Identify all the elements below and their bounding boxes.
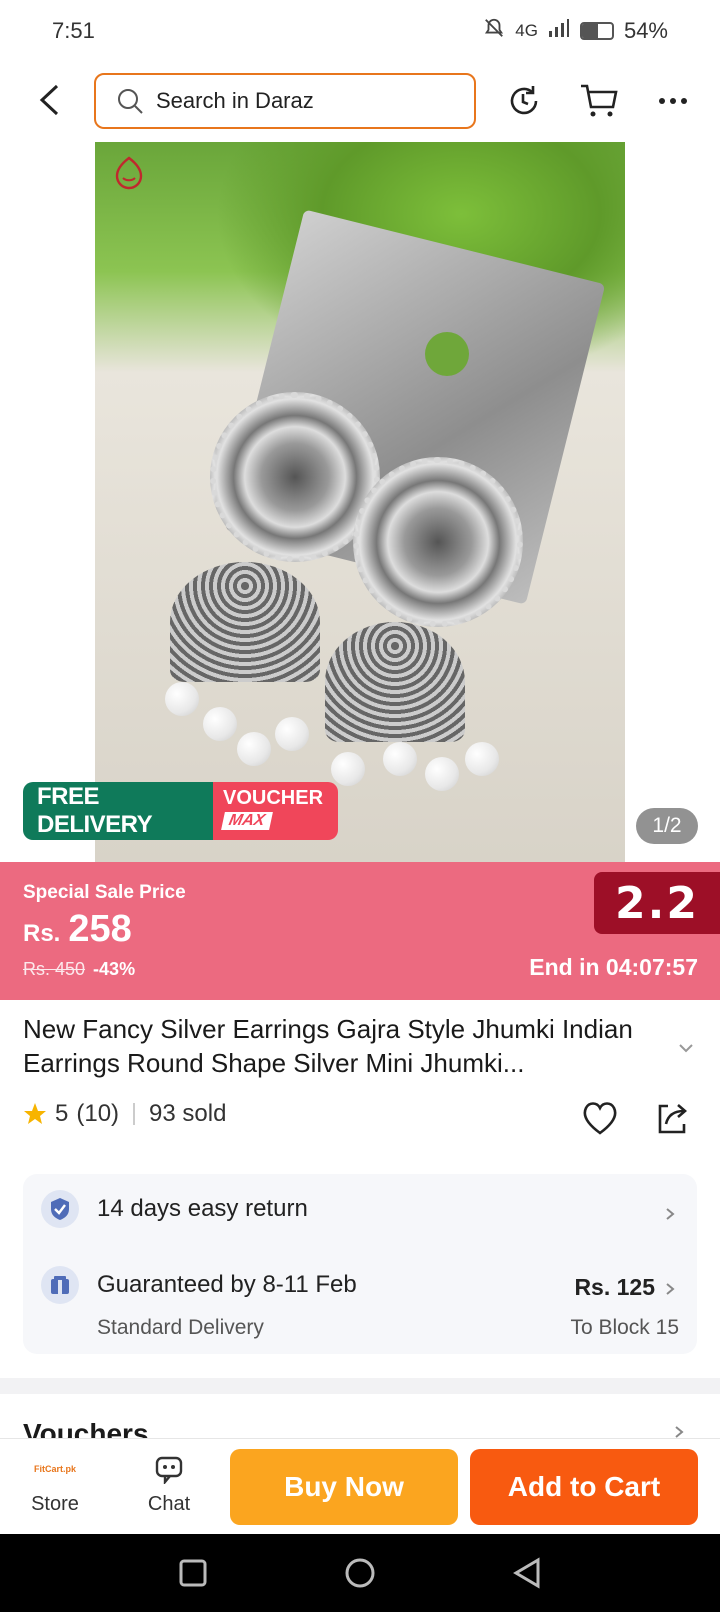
chevron-right-icon xyxy=(675,1426,684,1438)
return-policy-row[interactable]: 14 days easy return xyxy=(41,1190,679,1228)
product-title: New Fancy Silver Earrings Gajra Style Jh… xyxy=(23,1014,633,1078)
price-currency: Rs. xyxy=(23,920,61,947)
chat-button[interactable]: Chat xyxy=(124,1451,214,1516)
chat-label: Chat xyxy=(147,1493,191,1515)
search-icon xyxy=(118,89,143,114)
pearl xyxy=(383,742,417,776)
discount-percent: -43% xyxy=(93,959,136,979)
flash-sale-banner: Special Sale Price Rs. 258 Rs. 450 -43% … xyxy=(0,862,720,1000)
back-triangle-icon[interactable] xyxy=(512,1557,542,1589)
cart-icon xyxy=(581,84,618,117)
sale-price: Rs. 258 xyxy=(23,908,132,951)
back-arrow-icon xyxy=(39,84,59,116)
campaign-badge: 2.2 xyxy=(594,872,720,934)
jhumki-bell-right xyxy=(325,622,465,742)
top-navigation xyxy=(0,70,720,132)
voucher-max-badge: VOUCHER MAX xyxy=(213,782,338,840)
divider xyxy=(133,1103,136,1125)
back-button[interactable] xyxy=(30,80,70,120)
pearl xyxy=(465,742,499,776)
voucher-max-label: MAX xyxy=(221,812,273,830)
store-logo-icon: FitCart.pk xyxy=(33,1464,76,1474)
battery-percent: 54% xyxy=(623,18,668,43)
delivery-fee: Rs. 125 xyxy=(574,1274,655,1300)
buy-now-button[interactable]: Buy Now xyxy=(230,1449,458,1525)
original-price: Rs. 450 xyxy=(23,959,86,979)
pearl xyxy=(203,707,237,741)
store-button[interactable]: FitCart.pk Store xyxy=(10,1451,100,1516)
chevron-right-icon xyxy=(666,1208,675,1220)
pearl xyxy=(425,757,459,791)
add-to-cart-button[interactable]: Add to Cart xyxy=(470,1449,698,1525)
brand-logo xyxy=(107,154,151,198)
history-icon xyxy=(510,86,538,115)
chat-bot-icon xyxy=(124,1451,214,1487)
jhumki-bell-left xyxy=(170,562,320,682)
promo-badges: FREE DELIVERY VOUCHER MAX xyxy=(23,782,338,840)
home-icon[interactable] xyxy=(344,1557,376,1589)
share-icon[interactable] xyxy=(654,1100,690,1136)
history-button[interactable] xyxy=(503,80,545,122)
signal-icon xyxy=(548,18,570,44)
expand-title-chevron-icon[interactable] xyxy=(676,1038,696,1058)
section-divider xyxy=(0,1378,720,1394)
chevron-right-icon xyxy=(666,1283,675,1295)
wishlist-heart-icon[interactable] xyxy=(580,1098,620,1138)
shield-check-icon xyxy=(41,1190,79,1228)
star-icon xyxy=(24,1103,46,1124)
delivery-guarantee-label: Guaranteed by 8-11 Feb xyxy=(97,1271,357,1298)
search-box[interactable] xyxy=(94,73,476,129)
sale-countdown: End in 04:07:57 xyxy=(529,954,698,980)
price-amount: 258 xyxy=(68,908,132,950)
delivery-box-icon xyxy=(41,1266,79,1304)
free-delivery-badge: FREE DELIVERY xyxy=(23,782,213,840)
status-indicators: 4G 54% xyxy=(483,17,668,45)
earring-stud-right xyxy=(353,457,523,627)
pearl xyxy=(331,752,365,786)
card-hole xyxy=(425,332,469,376)
battery-icon xyxy=(579,22,614,40)
original-price-row: Rs. 450 -43% xyxy=(23,959,135,980)
product-image[interactable] xyxy=(95,142,625,862)
more-icon xyxy=(659,98,687,104)
store-label: Store xyxy=(31,1493,79,1515)
cart-button[interactable] xyxy=(578,80,620,122)
pearl xyxy=(237,732,271,766)
pearl xyxy=(165,682,199,716)
more-button[interactable] xyxy=(652,80,694,122)
search-input[interactable] xyxy=(156,88,436,114)
system-navigation-bar xyxy=(0,1534,720,1612)
status-bar: 7:51 4G 54% xyxy=(0,0,720,62)
service-info-box: 14 days easy return Guaranteed by 8-11 F… xyxy=(23,1174,697,1354)
mute-bell-icon xyxy=(483,17,505,45)
sold-count: 93 sold xyxy=(149,1100,227,1127)
delivery-type: Standard Delivery xyxy=(97,1316,264,1339)
recent-apps-icon[interactable] xyxy=(178,1558,208,1588)
voucher-label: VOUCHER xyxy=(223,787,324,809)
network-type: 4G xyxy=(515,21,538,40)
review-count: (10) xyxy=(76,1100,120,1127)
status-time: 7:51 xyxy=(52,18,95,43)
bottom-action-bar: FitCart.pk Store Chat Buy Now Add to Car… xyxy=(0,1438,720,1534)
rating-row[interactable]: 5 (10) 93 sold xyxy=(23,1100,226,1128)
pearl xyxy=(275,717,309,751)
delivery-location: To Block 15 xyxy=(570,1316,679,1339)
image-page-indicator: 1/2 xyxy=(636,808,698,844)
rating-value: 5 xyxy=(55,1100,69,1127)
return-policy-label: 14 days easy return xyxy=(97,1195,308,1222)
sale-label: Special Sale Price xyxy=(23,882,186,903)
